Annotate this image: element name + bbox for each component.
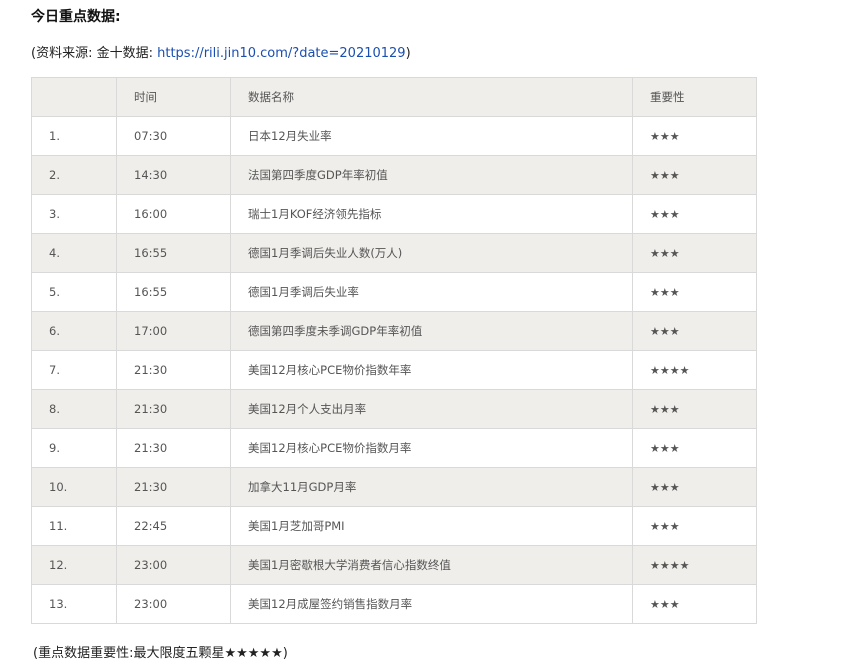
- table-header-row: 时间 数据名称 重要性: [31, 77, 757, 117]
- row-importance: ★★★: [632, 155, 757, 195]
- table-body: 1. 07:30 日本12月失业率 ★★★ 2. 14:30 法国第四季度GDP年率初值 ★★…: [31, 116, 757, 624]
- row-data-name: 德国1月季调后失业率: [230, 272, 633, 312]
- row-importance: ★★★: [632, 389, 757, 429]
- row-time: 17:00: [116, 311, 231, 351]
- row-data-name: 日本12月失业率: [230, 116, 633, 156]
- row-time: 21:30: [116, 389, 231, 429]
- header-index: [31, 77, 117, 117]
- row-data-name: 法国第四季度GDP年率初值: [230, 155, 633, 195]
- table-row: 1. 07:30 日本12月失业率 ★★★: [31, 116, 757, 156]
- row-importance: ★★★: [632, 272, 757, 312]
- row-index: 12.: [31, 545, 117, 585]
- table-row: 12. 23:00 美国1月密歇根大学消费者信心指数终值 ★★★★: [31, 545, 757, 585]
- row-time: 16:55: [116, 233, 231, 273]
- table-row: 10. 21:30 加拿大11月GDP月率 ★★★: [31, 467, 757, 507]
- row-time: 14:30: [116, 155, 231, 195]
- table-row: 6. 17:00 德国第四季度未季调GDP年率初值 ★★★: [31, 311, 757, 351]
- row-data-name: 瑞士1月KOF经济领先指标: [230, 194, 633, 234]
- row-data-name: 美国12月核心PCE物价指数年率: [230, 350, 633, 390]
- source-link[interactable]: https://rili.jin10.com/?date=20210129: [157, 46, 405, 61]
- row-importance: ★★★: [632, 584, 757, 624]
- row-index: 10.: [31, 467, 117, 507]
- row-importance: ★★★: [632, 233, 757, 273]
- table-row: 5. 16:55 德国1月季调后失业率 ★★★: [31, 272, 757, 312]
- row-index: 11.: [31, 506, 117, 546]
- row-importance: ★★★: [632, 311, 757, 351]
- row-data-name: 美国1月密歇根大学消费者信心指数终值: [230, 545, 633, 585]
- table-row: 4. 16:55 德国1月季调后失业人数(万人) ★★★: [31, 233, 757, 273]
- row-index: 2.: [31, 155, 117, 195]
- page-title: 今日重点数据:: [31, 9, 121, 25]
- row-importance: ★★★: [632, 428, 757, 468]
- row-importance: ★★★: [632, 467, 757, 507]
- row-data-name: 美国1月芝加哥PMI: [230, 506, 633, 546]
- row-time: 16:55: [116, 272, 231, 312]
- row-index: 9.: [31, 428, 117, 468]
- row-index: 5.: [31, 272, 117, 312]
- table-row: 3. 16:00 瑞士1月KOF经济领先指标 ★★★: [31, 194, 757, 234]
- row-index: 3.: [31, 194, 117, 234]
- row-importance: ★★★: [632, 116, 757, 156]
- table-row: 11. 22:45 美国1月芝加哥PMI ★★★: [31, 506, 757, 546]
- row-index: 4.: [31, 233, 117, 273]
- row-data-name: 德国第四季度未季调GDP年率初值: [230, 311, 633, 351]
- source-suffix: ): [405, 46, 411, 61]
- table-row: 7. 21:30 美国12月核心PCE物价指数年率 ★★★★: [31, 350, 757, 390]
- table-row: 13. 23:00 美国12月成屋签约销售指数月率 ★★★: [31, 584, 757, 624]
- row-index: 13.: [31, 584, 117, 624]
- row-time: 23:00: [116, 584, 231, 624]
- table-row: 9. 21:30 美国12月核心PCE物价指数月率 ★★★: [31, 428, 757, 468]
- data-table: 时间 数据名称 重要性 1. 07:30 日本12月失业率 ★★★ 2. 14:30 法国第…: [31, 77, 757, 624]
- row-index: 1.: [31, 116, 117, 156]
- row-time: 16:00: [116, 194, 231, 234]
- row-index: 6.: [31, 311, 117, 351]
- row-data-name: 德国1月季调后失业人数(万人): [230, 233, 633, 273]
- row-time: 22:45: [116, 506, 231, 546]
- row-importance: ★★★: [632, 194, 757, 234]
- importance-footnote: (重点数据重要性:最大限度五颗星★★★★★): [33, 646, 288, 661]
- row-data-name: 美国12月核心PCE物价指数月率: [230, 428, 633, 468]
- row-index: 7.: [31, 350, 117, 390]
- row-time: 07:30: [116, 116, 231, 156]
- row-time: 21:30: [116, 350, 231, 390]
- row-index: 8.: [31, 389, 117, 429]
- table-row: 2. 14:30 法国第四季度GDP年率初值 ★★★: [31, 155, 757, 195]
- header-time: 时间: [116, 77, 231, 117]
- row-importance: ★★★: [632, 506, 757, 546]
- row-data-name: 美国12月个人支出月率: [230, 389, 633, 429]
- row-time: 21:30: [116, 467, 231, 507]
- row-time: 21:30: [116, 428, 231, 468]
- row-data-name: 美国12月成屋签约销售指数月率: [230, 584, 633, 624]
- row-importance: ★★★★: [632, 350, 757, 390]
- source-prefix: (资料来源: 金十数据:: [31, 46, 158, 61]
- row-time: 23:00: [116, 545, 231, 585]
- row-importance: ★★★★: [632, 545, 757, 585]
- header-name: 数据名称: [230, 77, 633, 117]
- header-importance: 重要性: [632, 77, 757, 117]
- source-line: (资料来源: 金十数据: https://rili.jin10.com/?dat…: [31, 42, 411, 61]
- table-row: 8. 21:30 美国12月个人支出月率 ★★★: [31, 389, 757, 429]
- row-data-name: 加拿大11月GDP月率: [230, 467, 633, 507]
